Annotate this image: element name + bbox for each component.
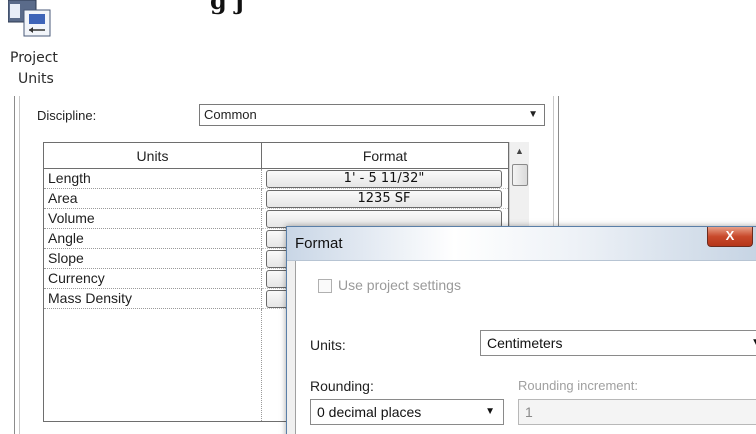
unit-cell: Volume: [44, 209, 262, 229]
dialog-border-left: [19, 96, 20, 434]
table-empty-area: [44, 309, 262, 421]
rounding-select[interactable]: 0 decimal places ▼: [310, 399, 504, 425]
unit-cell: Angle: [44, 229, 262, 249]
format-dialog-titlebar[interactable]: Format X: [287, 227, 756, 261]
rounding-increment-label: Rounding increment:: [518, 378, 638, 393]
project-units-icon: [8, 0, 51, 37]
scroll-up-arrow-icon[interactable]: ▲: [510, 142, 529, 160]
format-cell: 1' - 5 11/32": [262, 169, 508, 189]
rounding-increment-input[interactable]: 1: [518, 399, 756, 425]
discipline-select[interactable]: Common ▼: [199, 104, 545, 126]
rounding-select-value: 0 decimal places: [317, 404, 422, 420]
unit-cell: Slope: [44, 249, 262, 269]
table-row[interactable]: Area 1235 SF: [44, 189, 508, 209]
chevron-down-icon: ▼: [485, 406, 495, 417]
unit-cell: Area: [44, 189, 262, 209]
chevron-down-icon: ▼: [751, 337, 756, 348]
format-dialog-title: Format: [295, 235, 343, 252]
units-label: Units:: [310, 337, 346, 353]
discipline-label: Discipline:: [37, 108, 97, 123]
tool-label-line1: Project: [10, 50, 58, 66]
scroll-thumb[interactable]: [512, 164, 528, 186]
column-header-format[interactable]: Format: [262, 143, 508, 169]
rounding-label: Rounding:: [310, 378, 374, 394]
format-cell: 1235 SF: [262, 189, 508, 209]
units-select[interactable]: Centimeters ▼: [480, 330, 756, 356]
discipline-value: Common: [204, 107, 257, 122]
project-units-tool[interactable]: Project Units: [8, 0, 88, 92]
format-button-length[interactable]: 1' - 5 11/32": [266, 170, 502, 188]
format-dialog: Format X Use project settings Units: Cen…: [286, 226, 756, 434]
close-button[interactable]: X: [707, 227, 753, 247]
chevron-down-icon: ▼: [528, 109, 538, 120]
unit-cell: Length: [44, 169, 262, 189]
checkbox-box[interactable]: [318, 279, 332, 293]
use-project-settings-label: Use project settings: [338, 277, 461, 293]
rounding-increment-value: 1: [525, 404, 533, 420]
unit-cell: Currency: [44, 269, 262, 289]
tool-label-line2: Units: [18, 71, 54, 87]
format-dialog-body: Use project settings Units: Centimeters …: [295, 261, 756, 434]
page-heading: g j: [210, 0, 244, 15]
table-row[interactable]: Length 1' - 5 11/32": [44, 169, 508, 189]
format-button-area[interactable]: 1235 SF: [266, 190, 502, 208]
close-icon: X: [725, 228, 735, 243]
column-header-units[interactable]: Units: [44, 143, 262, 169]
unit-cell: Mass Density: [44, 289, 262, 309]
project-units-label: Project Units: [10, 48, 82, 90]
units-select-value: Centimeters: [487, 335, 563, 351]
